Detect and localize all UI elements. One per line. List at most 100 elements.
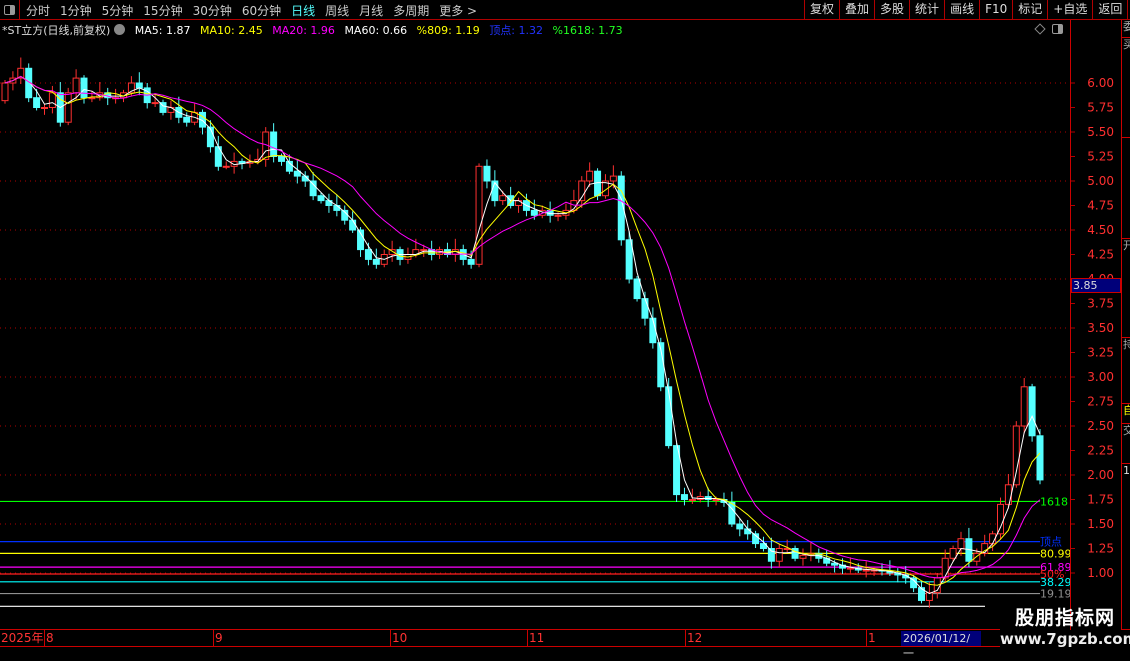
candle-body — [499, 195, 507, 202]
tab-period-daily[interactable]: 日线 — [291, 2, 315, 19]
watermark-url: www.7gpzb.com — [1000, 630, 1130, 648]
ma60-value: MA60: 0.66 — [344, 24, 408, 37]
multi-stock-button[interactable]: 多股 — [874, 0, 909, 20]
watermark: 股朋指标网 www.7gpzb.com — [1000, 603, 1130, 648]
date-label: 11 — [527, 630, 545, 647]
candle-body — [688, 499, 696, 501]
price-tick-label: 4.50 — [1087, 223, 1114, 237]
sidebar-tab[interactable]: 委 — [1122, 20, 1130, 38]
candle-body — [80, 77, 88, 99]
candle-body — [309, 180, 317, 197]
current-price-tag: 3.85 — [1071, 278, 1121, 293]
sidebar-tab[interactable]: 买 — [1122, 38, 1130, 138]
diamond-icon[interactable] — [1034, 23, 1046, 35]
ma20-line — [4, 75, 1041, 579]
price-tick-label: 2.00 — [1087, 468, 1114, 482]
price-tick-label: 1.00 — [1087, 566, 1114, 580]
draw-line-button[interactable]: 画线 — [944, 0, 979, 20]
candle-body — [530, 209, 538, 216]
price-tick-label: 6.00 — [1087, 76, 1114, 90]
candle-body — [665, 386, 673, 447]
level-label: 80.99 — [1040, 547, 1072, 560]
tab-period[interactable]: 60分钟 — [242, 2, 281, 19]
tab-period[interactable]: 30分钟 — [193, 2, 232, 19]
price-tick-label: 4.75 — [1087, 199, 1114, 213]
date-label: 9 — [213, 630, 223, 647]
candle-body — [1, 82, 9, 102]
candle-body — [64, 92, 72, 123]
tab-period[interactable]: 15分钟 — [143, 2, 182, 19]
candle-body — [33, 97, 41, 109]
period-tabs: 分时 1分钟 5分钟 15分钟 30分钟 60分钟 日线 周线 月线 多周期 更… — [26, 2, 477, 19]
price-tick-label: 1.25 — [1087, 542, 1114, 556]
candle-body — [349, 219, 357, 231]
panel-toggle-icon[interactable] — [0, 0, 20, 20]
price-tick-label: 4.25 — [1087, 248, 1114, 262]
candle-body — [475, 165, 483, 265]
candle-body — [641, 298, 649, 319]
tab-period[interactable]: 分时 — [26, 2, 50, 19]
candle-body — [372, 258, 380, 265]
current-date: 2026/01/12/一 — [901, 631, 981, 660]
date-label: 2025年 — [1, 631, 44, 645]
tab-period[interactable]: 多周期 — [393, 2, 429, 19]
restore-rights-button[interactable]: 复权 — [804, 0, 839, 20]
p809-value: %809: 1.19 — [416, 24, 480, 37]
more-button[interactable]: 更多 > — [439, 2, 477, 19]
statistics-button[interactable]: 统计 — [909, 0, 944, 20]
candle-body — [1028, 386, 1036, 437]
candle-body — [206, 126, 214, 148]
price-tick-label: 3.00 — [1087, 370, 1114, 384]
ma10-line — [4, 75, 1041, 586]
overlay-button[interactable]: 叠加 — [839, 0, 874, 20]
price-tick-label: 2.75 — [1087, 395, 1114, 409]
indicator-info: *ST立方(日线,前复权) MA5: 1.87 MA10: 2.45 MA20:… — [2, 22, 629, 38]
price-tick-label: 5.25 — [1087, 150, 1114, 164]
price-tick-label: 3.75 — [1087, 297, 1114, 311]
tab-period[interactable]: 5分钟 — [102, 2, 134, 19]
top-toolbar: 分时 1分钟 5分钟 15分钟 30分钟 60分钟 日线 周线 月线 多周期 更… — [0, 0, 1130, 20]
right-sidebar: 委 买 开 持 自 交 1 — [1121, 20, 1130, 630]
candle-body — [775, 548, 783, 562]
candle-body — [728, 501, 736, 525]
sidebar-tab[interactable]: 交 — [1122, 424, 1130, 464]
candle-body — [586, 170, 594, 182]
candle-body — [317, 195, 325, 202]
candle-body — [957, 538, 965, 550]
candle-body — [88, 97, 96, 100]
tab-period[interactable]: 1分钟 — [60, 2, 92, 19]
mark-button[interactable]: 标记 — [1012, 0, 1047, 20]
sidebar-tab[interactable]: 开 — [1122, 238, 1130, 338]
tool-buttons: 复权 叠加 多股 统计 画线 F10 标记 +自选 返回 — [804, 0, 1129, 20]
price-tick-label: 1.75 — [1087, 493, 1114, 507]
ma5-value: MA5: 1.87 — [134, 24, 191, 37]
dropdown-icon[interactable] — [114, 24, 126, 35]
back-button[interactable]: 返回 — [1092, 0, 1129, 20]
candle-body — [1036, 435, 1044, 481]
candle-body — [467, 258, 475, 265]
candle-body — [625, 239, 633, 280]
candle-body — [72, 77, 80, 94]
candle-body — [941, 557, 949, 579]
candle-body — [633, 278, 641, 300]
candle-body — [483, 165, 491, 182]
add-watchlist-button[interactable]: +自选 — [1047, 0, 1092, 20]
tab-period[interactable]: 周线 — [325, 2, 349, 19]
toggle-icon[interactable] — [1052, 24, 1063, 34]
candle-body — [333, 205, 341, 211]
ma20-value: MA20: 1.96 — [272, 24, 335, 37]
candle-body — [151, 102, 159, 105]
date-label: 1 — [866, 630, 876, 647]
sidebar-tab[interactable]: 自 — [1122, 404, 1130, 424]
candle-body — [420, 249, 428, 252]
tab-period[interactable]: 月线 — [359, 2, 383, 19]
date-label: 12 — [685, 630, 703, 647]
candlestick-chart[interactable]: 6.005.755.505.255.004.754.504.254.003.75… — [0, 38, 1130, 628]
candle-body — [222, 165, 230, 168]
f10-button[interactable]: F10 — [979, 0, 1012, 20]
ma10-value: MA10: 2.45 — [200, 24, 263, 37]
sidebar-tab[interactable]: 持 — [1122, 338, 1130, 404]
candle-body — [949, 548, 957, 559]
price-tick-label: 5.75 — [1087, 101, 1114, 115]
